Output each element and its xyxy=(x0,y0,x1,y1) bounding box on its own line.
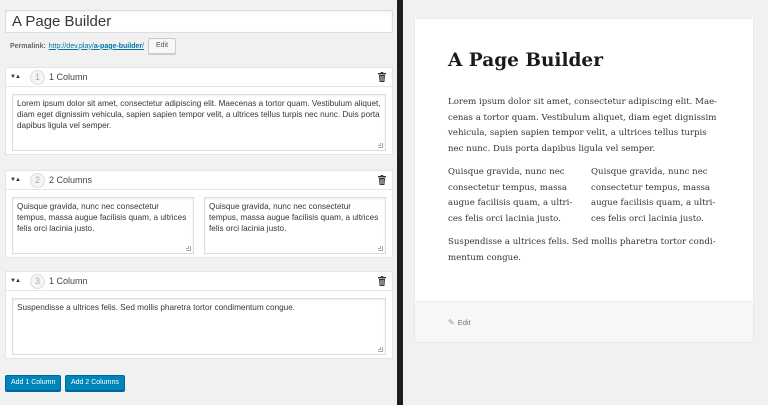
preview-content: A Page Builder Lorem ipsum dolor sit ame… xyxy=(415,19,753,301)
section-header: ▼▲ 2 2 Columns xyxy=(6,171,392,190)
preview-paragraph: Suspendisse a ultrices felis. Sed mollis… xyxy=(448,237,716,263)
pencil-icon: ✎ xyxy=(448,317,455,327)
resize-grip-icon[interactable] xyxy=(378,246,383,251)
section-number: 3 xyxy=(30,273,45,289)
permalink-link[interactable]: http://dev.play/a-page-builder/ xyxy=(49,43,144,50)
permalink-row: Permalink: http://dev.play/a-page-builde… xyxy=(10,38,177,54)
preview-edit-link[interactable]: Edit xyxy=(458,318,471,327)
permalink-url-suffix: / xyxy=(142,42,144,50)
toggle-arrows-icon[interactable]: ▼▲ xyxy=(6,171,24,189)
preview-title: A Page Builder xyxy=(448,50,603,71)
section-columns: Suspendisse a ultrices felis. Sed mollis… xyxy=(6,291,392,361)
column-text: Suspendisse a ultrices felis. Sed mollis… xyxy=(17,303,296,312)
trash-icon[interactable] xyxy=(378,276,386,286)
add-2-columns-button[interactable]: Add 2 Columns xyxy=(65,375,125,391)
add-1-column-button[interactable]: Add 1 Column xyxy=(5,375,62,391)
column-textarea[interactable]: Lorem ipsum dolor sit amet, consectetur … xyxy=(12,94,386,151)
page-preview: A Page Builder Lorem ipsum dolor sit ame… xyxy=(403,0,768,405)
section-columns: Quisque gravida, nunc nec consectetur te… xyxy=(6,190,392,260)
resize-grip-icon[interactable] xyxy=(378,347,383,352)
column-textarea[interactable]: Suspendisse a ultrices felis. Sed mollis… xyxy=(12,298,386,355)
column-text: Quisque gravida, nunc nec consectetur te… xyxy=(209,202,379,233)
preview-two-columns: Quisque gravida, nunc nec consectetur te… xyxy=(448,165,720,227)
toggle-arrows-icon[interactable]: ▼▲ xyxy=(6,272,24,290)
preview-paragraph: Lorem ipsum dolor sit amet, consectetur … xyxy=(448,97,718,154)
section-3: ▼▲ 3 1 Column Suspendisse a ultrices fel… xyxy=(5,271,393,359)
section-title: 1 Column xyxy=(49,72,88,82)
column-textarea[interactable]: Quisque gravida, nunc nec consectetur te… xyxy=(12,197,194,254)
section-title: 1 Column xyxy=(49,276,88,286)
resize-grip-icon[interactable] xyxy=(378,143,383,148)
preview-column-left: Quisque gravida, nunc nec consectetur te… xyxy=(448,167,573,224)
section-1: ▼▲ 1 1 Column Lorem ipsum dolor sit amet… xyxy=(5,67,393,155)
permalink-url-prefix: http://dev.play/ xyxy=(48,42,94,50)
column-text: Lorem ipsum dolor sit amet, consectetur … xyxy=(17,99,381,130)
resize-grip-icon[interactable] xyxy=(186,246,191,251)
preview-column-right: Quisque gravida, nunc nec consectetur te… xyxy=(591,167,716,224)
column-textarea[interactable]: Quisque gravida, nunc nec consectetur te… xyxy=(204,197,386,254)
section-columns: Lorem ipsum dolor sit amet, consectetur … xyxy=(6,87,392,157)
preview-card: A Page Builder Lorem ipsum dolor sit ame… xyxy=(415,19,753,342)
permalink-url-slug: a-page-builder xyxy=(93,42,143,50)
page-builder-editor: Permalink: http://dev.play/a-page-builde… xyxy=(0,0,397,405)
column-text: Quisque gravida, nunc nec consectetur te… xyxy=(17,202,187,233)
section-title: 2 Columns xyxy=(49,175,93,185)
post-title-input[interactable] xyxy=(5,10,393,33)
permalink-label: Permalink: xyxy=(10,42,46,50)
section-number: 2 xyxy=(30,172,45,188)
trash-icon[interactable] xyxy=(378,175,386,185)
section-number: 1 xyxy=(30,69,45,85)
section-header: ▼▲ 1 1 Column xyxy=(6,68,392,87)
section-header: ▼▲ 3 1 Column xyxy=(6,272,392,291)
trash-icon[interactable] xyxy=(378,72,386,82)
preview-footer: ✎ Edit xyxy=(415,301,753,342)
section-2: ▼▲ 2 2 Columns Quisque gravida, nunc nec… xyxy=(5,170,393,258)
permalink-edit-button[interactable]: Edit xyxy=(148,38,177,54)
toggle-arrows-icon[interactable]: ▼▲ xyxy=(6,68,24,86)
